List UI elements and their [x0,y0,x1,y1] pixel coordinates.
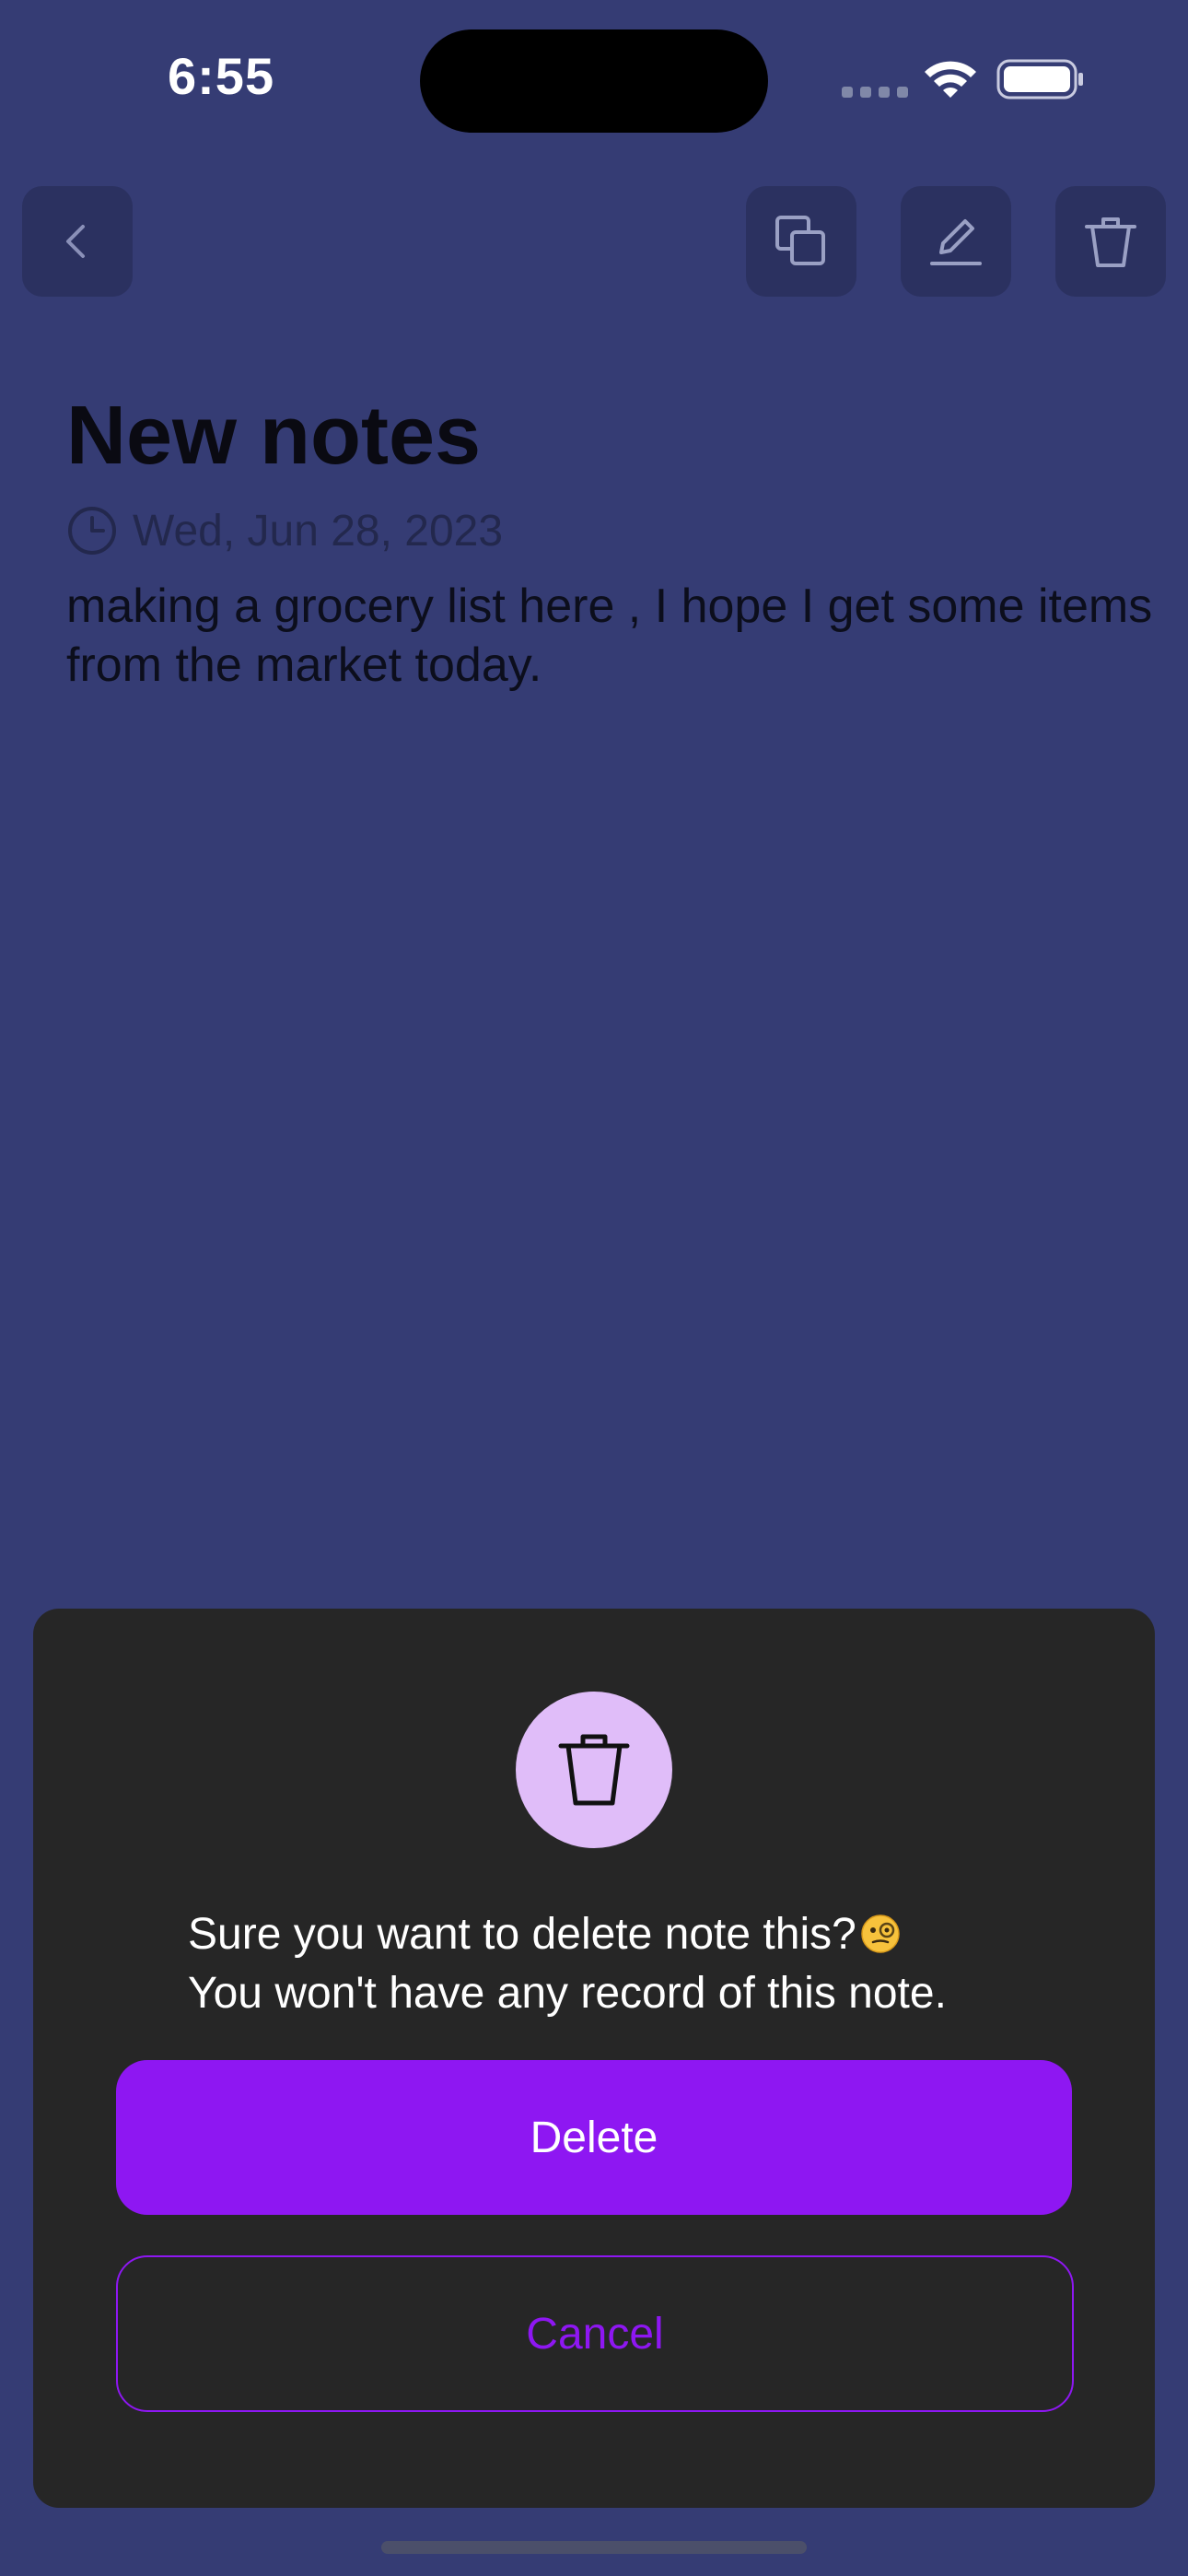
note-title: New notes [66,390,482,482]
dialog-message-line1: Sure you want to delete note this? [188,1905,1072,1964]
copy-button[interactable] [746,186,856,297]
delete-confirmation-dialog: Sure you want to delete note this? You w… [33,1609,1155,2508]
note-date-row: Wed, Jun 28, 2023 [66,505,503,556]
trash-icon [558,1734,630,1806]
clock-icon [68,507,116,555]
home-indicator[interactable] [381,2541,807,2554]
dialog-message-line2: You won't have any record of this note. [188,1969,947,2018]
cellular-signal-icon [842,87,908,98]
back-button[interactable] [22,186,133,297]
note-body: making a grocery list here , I hope I ge… [66,580,1153,692]
cancel-button[interactable]: Cancel [116,2255,1074,2412]
dynamic-island [420,29,768,133]
chevron-left-icon [66,225,85,258]
trash-icon [1085,217,1136,267]
copy-icon [775,216,825,265]
battery-icon [996,59,1083,100]
status-time: 6:55 [168,47,275,105]
confirm-delete-button[interactable]: Delete [116,2060,1072,2215]
edit-button[interactable] [901,186,1011,297]
monocle-face-emoji-icon [861,1914,900,1953]
dialog-icon-circle [516,1692,672,1848]
note-date: Wed, Jun 28, 2023 [133,506,504,556]
dialog-message: Sure you want to delete note this? You w… [188,1905,1072,2023]
delete-button[interactable] [1055,186,1166,297]
wifi-icon [925,61,976,98]
pencil-icon [930,219,982,265]
